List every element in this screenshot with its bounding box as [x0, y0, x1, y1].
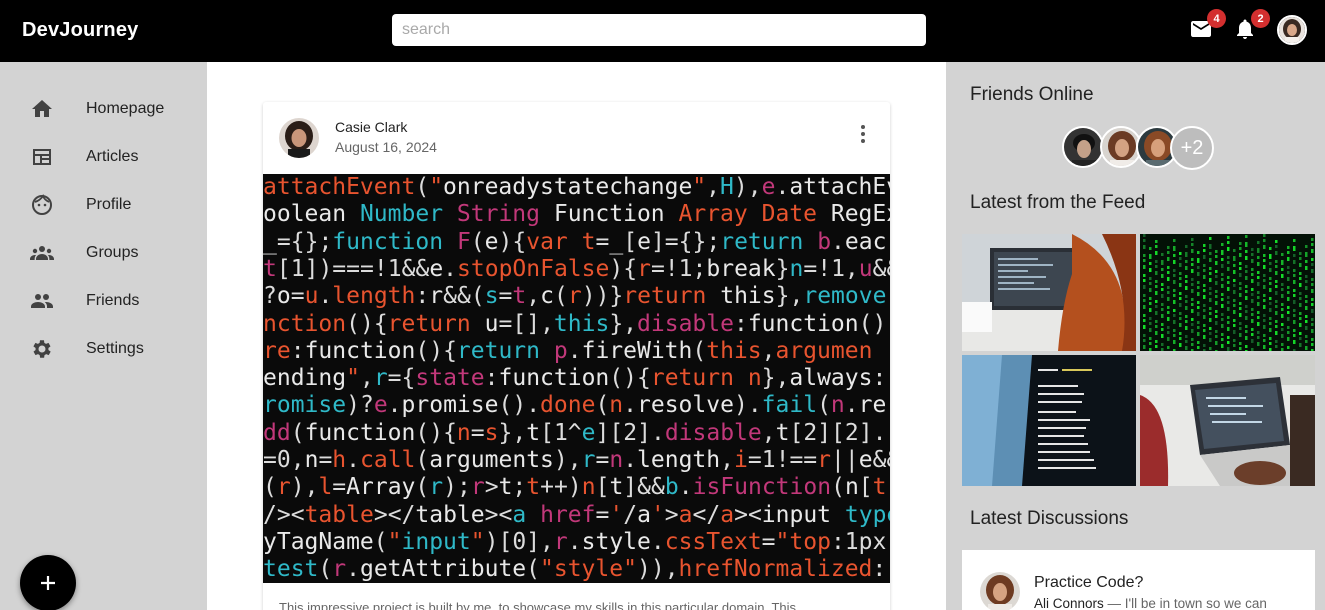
- feed-image[interactable]: [962, 234, 1136, 351]
- top-app-bar: DevJourney 4 2: [0, 0, 1325, 62]
- more-options-icon[interactable]: [851, 122, 875, 146]
- post-date: August 16, 2024: [335, 139, 437, 155]
- add-post-button[interactable]: [20, 555, 76, 610]
- code-line: t[1])===!1&&e.stopOnFalse){r=!1;break}n=…: [263, 255, 890, 282]
- feed-image[interactable]: [962, 355, 1136, 486]
- friend-avatar[interactable]: [1062, 126, 1104, 168]
- user-avatar[interactable]: [1277, 15, 1307, 45]
- sidebar-item-groups[interactable]: Groups: [0, 231, 207, 275]
- sidebar-item-label: Groups: [86, 244, 139, 261]
- code-line: _={};function F(e){var t=_[e]={};return …: [263, 228, 887, 255]
- discussion-author: Ali Connors: [1034, 596, 1104, 610]
- code-line: ending",r={state:function(){return n},al…: [263, 365, 887, 392]
- code-line: nction(){return u=[],this},disable:funct…: [263, 310, 887, 337]
- sidebar-item-articles[interactable]: Articles: [0, 135, 207, 179]
- post-body: This impressive project is built by me, …: [279, 600, 797, 610]
- code-line: oolean Number String Function Array Date…: [263, 201, 890, 228]
- discussion-title: Practice Code?: [1034, 574, 1144, 591]
- discussion-snippet: — I'll be in town so we can: [1103, 596, 1267, 610]
- post-author-name[interactable]: Casie Clark: [335, 119, 407, 135]
- post-card: Casie Clark August 16, 2024 attachEvent(…: [263, 102, 890, 610]
- discussions-title: Latest Discussions: [970, 508, 1129, 529]
- code-line: dd(function(){n=s},t[1^e][2].disable,t[2…: [263, 419, 887, 446]
- notification-count-badge: 2: [1251, 9, 1270, 28]
- sidebar-item-label: Friends: [86, 292, 140, 309]
- face-icon: [32, 193, 52, 215]
- code-line: =0,n=h.call(arguments),r=n.length,i=1!==…: [263, 447, 890, 473]
- code-line: test(r.getAttribute("style")),hrefNormal…: [263, 556, 887, 583]
- home-icon: [32, 100, 52, 117]
- code-line: /><table></table><a href='/a'>a</a><inpu…: [263, 501, 890, 528]
- code-line: romise)?e.promise().done(n.resolve).fail…: [263, 392, 887, 419]
- sidebar-item-label: Homepage: [86, 100, 165, 117]
- groups-icon: [30, 246, 54, 260]
- code-line: yTagName("input")[0],r.style.cssText="to…: [263, 528, 887, 555]
- feed-image[interactable]: [1140, 355, 1315, 486]
- discussion-item[interactable]: Practice Code? Ali Connors — I'll be in …: [962, 550, 1315, 610]
- feed-title: Latest from the Feed: [970, 192, 1146, 213]
- code-line: (r),l=Array(r);r>t;t++)n[t]&&b.isFunctio…: [263, 474, 887, 501]
- sidebar-item-label: Profile: [86, 196, 132, 213]
- post-image: attachEvent("onreadystatechange",H),e.at…: [263, 174, 890, 583]
- discussion-preview: Ali Connors — I'll be in town so we can: [1034, 596, 1267, 610]
- search-input[interactable]: [392, 14, 926, 46]
- sidebar-item-settings[interactable]: Settings: [0, 327, 207, 371]
- brand-logo[interactable]: DevJourney: [22, 19, 139, 42]
- discussion-author-avatar: [980, 572, 1020, 610]
- sidebar-item-friends[interactable]: Friends: [0, 279, 207, 323]
- plus-icon: [41, 576, 55, 590]
- code-line: re:function(){return p.fireWith(this,arg…: [263, 337, 873, 364]
- mail-count-badge: 4: [1207, 9, 1226, 28]
- sidebar-item-profile[interactable]: Profile: [0, 183, 207, 227]
- sidebar-item-label: Articles: [86, 148, 139, 165]
- feed-image[interactable]: [1140, 234, 1315, 351]
- articles-icon: [33, 149, 51, 165]
- main-feed: Casie Clark August 16, 2024 attachEvent(…: [207, 62, 946, 610]
- mail-button[interactable]: 4: [1189, 9, 1226, 43]
- sidebar: Homepage Articles Profile Groups Friends…: [0, 62, 207, 610]
- friends-online-title: Friends Online: [970, 84, 1094, 105]
- post-author-avatar[interactable]: [279, 118, 319, 158]
- people-icon: [31, 294, 53, 308]
- more-friends-count[interactable]: +2: [1170, 126, 1214, 170]
- gear-icon: [33, 340, 51, 358]
- code-line: ?o=u.length:r&&(s=t,c(r))}return this},r…: [263, 283, 887, 310]
- sidebar-item-homepage[interactable]: Homepage: [0, 87, 207, 131]
- sidebar-item-label: Settings: [86, 340, 144, 357]
- code-line: attachEvent("onreadystatechange",H),e.at…: [263, 174, 890, 200]
- notifications-button[interactable]: 2: [1233, 9, 1270, 43]
